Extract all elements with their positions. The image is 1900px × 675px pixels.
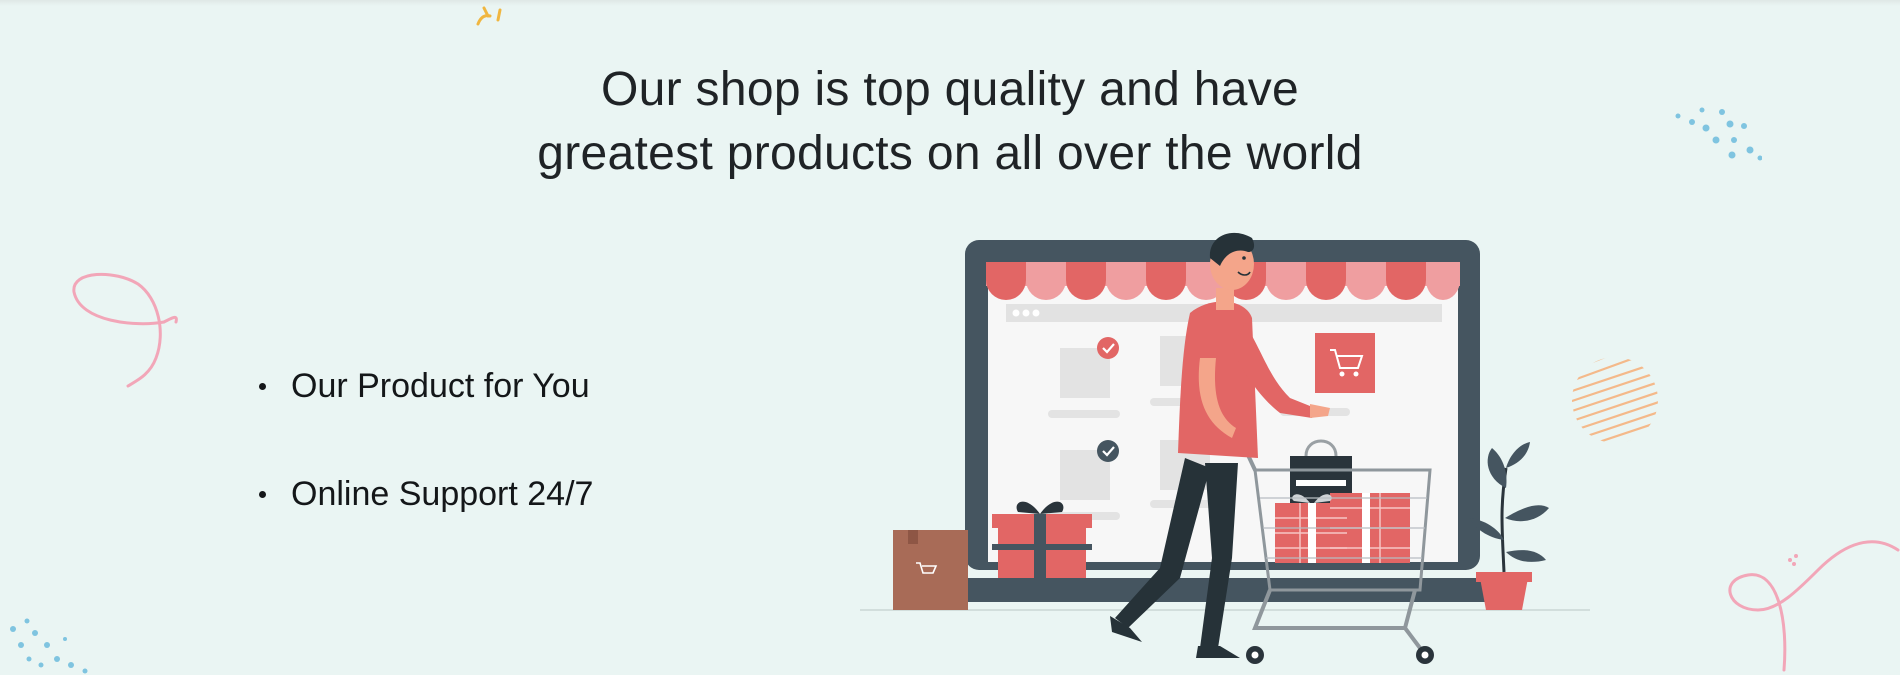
feature-list: Our Product for You Online Support 24/7 (255, 360, 593, 576)
swirl-decoration (72, 272, 178, 388)
ribbon-decoration (1728, 540, 1900, 672)
top-shadow (0, 0, 1900, 6)
shopping-cart-icon (1315, 333, 1375, 393)
shopping-illustration (860, 232, 1590, 664)
headline-line-2: greatest products on all over the world (537, 127, 1363, 180)
bullet-icon (259, 491, 266, 498)
check-icon (1097, 440, 1119, 462)
feature-item: Online Support 24/7 (255, 468, 593, 576)
check-icon (1097, 337, 1119, 359)
plant-icon (1470, 442, 1549, 610)
dots-decoration-bottom (10, 618, 88, 674)
feature-label: Our Product for You (291, 367, 590, 405)
page-headline: Our shop is top quality and have greates… (0, 58, 1900, 186)
headline-line-1: Our shop is top quality and have (600, 63, 1300, 116)
spark-decoration (476, 6, 502, 26)
feature-item: Our Product for You (255, 360, 593, 468)
bullet-icon (259, 383, 266, 390)
feature-label: Online Support 24/7 (291, 475, 594, 513)
